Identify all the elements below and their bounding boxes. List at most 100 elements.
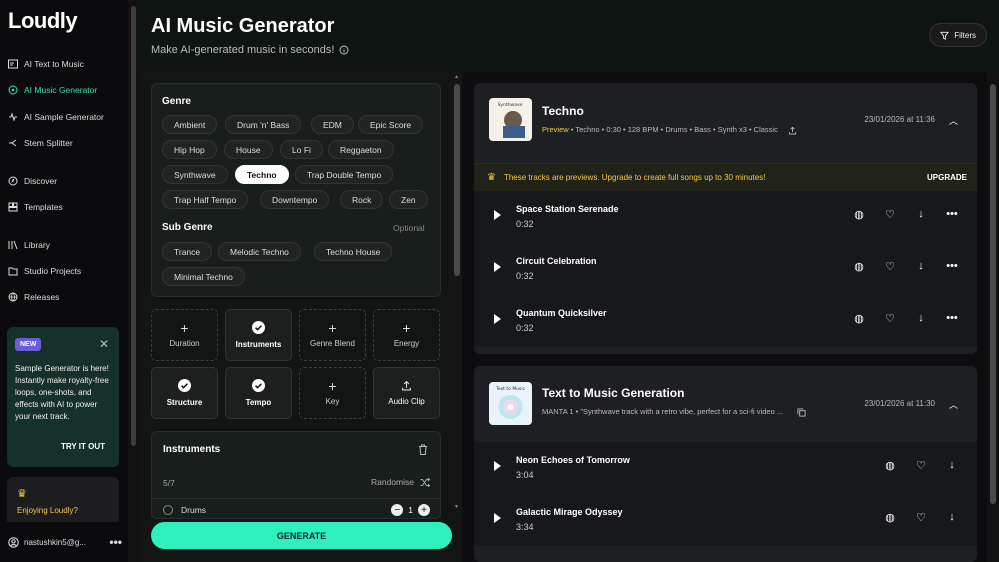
- download-icon[interactable]: ↓: [914, 311, 928, 325]
- more-options-icon[interactable]: •••: [945, 259, 959, 273]
- sidebar-item-ai-sample-generator[interactable]: AI Sample Generator: [8, 107, 104, 127]
- play-icon[interactable]: [494, 513, 501, 523]
- subgenre-chip-melodic-techno[interactable]: Melodic Techno: [218, 242, 301, 261]
- add-favorite-icon[interactable]: ♡: [883, 311, 897, 325]
- genre-chip-drum-n-bass[interactable]: Drum 'n' Bass: [225, 115, 302, 134]
- user-account[interactable]: nastushkin5@g... •••: [0, 522, 128, 562]
- more-options-icon[interactable]: •••: [945, 207, 959, 221]
- split-icon: [9, 139, 17, 147]
- download-icon[interactable]: ↓: [914, 207, 928, 221]
- energy-option[interactable]: + Energy: [373, 309, 440, 361]
- play-icon[interactable]: [494, 210, 501, 220]
- genre-chip-zen[interactable]: Zen: [389, 190, 428, 209]
- upgrade-button[interactable]: UPGRADE: [927, 173, 967, 182]
- minus-icon[interactable]: −: [391, 504, 404, 516]
- chevron-up-icon[interactable]: ︿: [949, 114, 958, 127]
- sidebar-scrollbar[interactable]: [128, 0, 139, 562]
- trash-icon[interactable]: [418, 444, 428, 455]
- tempo-option[interactable]: Tempo: [225, 367, 292, 419]
- plus-icon: +: [328, 319, 337, 336]
- track-row[interactable]: Neon Echoes of Tomorrow 3:04 ◍ ♡ ↓: [474, 442, 977, 494]
- subgenre-chip-minimal-techno[interactable]: Minimal Techno: [162, 267, 245, 286]
- copy-icon[interactable]: [797, 407, 806, 417]
- info-icon[interactable]: [339, 45, 349, 55]
- release-globe-icon[interactable]: ◍: [852, 207, 866, 221]
- release-globe-icon[interactable]: ◍: [852, 259, 866, 273]
- genre-chip-synthwave[interactable]: Synthwave: [162, 165, 228, 184]
- sidebar-item-stem-splitter[interactable]: Stem Splitter: [8, 133, 73, 153]
- sidebar-item-label: AI Sample Generator: [24, 112, 104, 122]
- sidebar-item-templates[interactable]: Templates: [8, 197, 63, 217]
- instruments-option[interactable]: Instruments: [225, 309, 292, 361]
- genre-chip-hip-hop[interactable]: Hip Hop: [162, 140, 217, 159]
- share-icon[interactable]: [788, 126, 797, 135]
- play-icon[interactable]: [494, 461, 501, 471]
- card-header[interactable]: Text to Music Text to Music Generation M…: [474, 366, 977, 442]
- track-row[interactable]: Quantum Quicksilver 0:32 ◍ ♡ ↓ •••: [474, 295, 977, 347]
- sidebar-item-discover[interactable]: Discover: [8, 171, 57, 191]
- drums-stepper[interactable]: − 1 +: [391, 504, 430, 516]
- more-options-icon[interactable]: •••: [945, 311, 959, 325]
- add-favorite-icon[interactable]: ♡: [883, 259, 897, 273]
- genre-chip-trap-half-tempo[interactable]: Trap Half Tempo: [162, 190, 249, 209]
- track-row[interactable]: Space Station Serenade 0:32 ◍ ♡ ↓ •••: [474, 191, 977, 243]
- duration-option[interactable]: + Duration: [151, 309, 218, 361]
- options-scrollbar[interactable]: ▲ ▼: [452, 72, 462, 512]
- track-name: Galactic Mirage Odyssey: [516, 507, 623, 517]
- play-icon[interactable]: [494, 314, 501, 324]
- release-globe-icon[interactable]: ◍: [883, 458, 897, 472]
- loudly-logo[interactable]: Loudly: [8, 8, 78, 34]
- genre-chip-lo-fi[interactable]: Lo Fi: [280, 140, 323, 159]
- add-favorite-icon[interactable]: ♡: [914, 458, 928, 472]
- sidebar-item-ai-text-to-music[interactable]: AI Text to Music: [8, 54, 84, 74]
- genre-blend-option[interactable]: + Genre Blend: [299, 309, 366, 361]
- track-row[interactable]: Galactic Mirage Odyssey 3:34 ◍ ♡ ↓: [474, 494, 977, 546]
- filters-button[interactable]: Filters: [929, 23, 987, 47]
- download-icon[interactable]: ↓: [914, 259, 928, 273]
- genre-chip-techno[interactable]: Techno: [235, 165, 289, 184]
- genre-chip-reggaeton[interactable]: Reggaeton: [328, 140, 394, 159]
- genre-chip-rock[interactable]: Rock: [340, 190, 384, 209]
- subgenre-chip-trance[interactable]: Trance: [162, 242, 213, 261]
- templates-icon: [8, 202, 18, 212]
- randomise-button[interactable]: Randomise: [371, 477, 430, 487]
- music-generator-icon: [8, 85, 18, 95]
- sidebar-item-releases[interactable]: Releases: [8, 287, 59, 307]
- chevron-up-icon[interactable]: ︿: [949, 398, 958, 411]
- sidebar-item-library[interactable]: Library: [8, 235, 50, 255]
- sidebar-item-ai-music-generator[interactable]: AI Music Generator: [8, 80, 97, 100]
- card-header[interactable]: Synthwave Techno Preview • Techno • 0:30…: [474, 83, 977, 163]
- add-favorite-icon[interactable]: ♡: [883, 207, 897, 221]
- genre-chip-edm[interactable]: EDM: [311, 115, 354, 134]
- filters-label: Filters: [954, 30, 976, 40]
- release-globe-icon[interactable]: ◍: [852, 311, 866, 325]
- sidebar-item-studio-projects[interactable]: Studio Projects: [8, 261, 81, 281]
- sidebar-item-label: Stem Splitter: [24, 138, 73, 148]
- add-favorite-icon[interactable]: ♡: [914, 510, 928, 524]
- plus-icon[interactable]: +: [418, 504, 430, 516]
- results-scrollbar[interactable]: [987, 72, 999, 562]
- key-option[interactable]: + Key: [299, 367, 366, 419]
- play-icon[interactable]: [494, 262, 501, 272]
- more-options-icon[interactable]: •••: [109, 535, 122, 549]
- genre-title: Genre: [162, 96, 191, 107]
- cover-art: Synthwave: [489, 98, 532, 141]
- drums-count: 1: [408, 505, 413, 515]
- genre-chip-epic-score[interactable]: Epic Score: [358, 115, 424, 134]
- try-it-out-button[interactable]: TRY IT OUT: [61, 442, 105, 451]
- generate-button[interactable]: GENERATE: [151, 522, 452, 549]
- genre-chip-downtempo[interactable]: Downtempo: [260, 190, 330, 209]
- download-icon[interactable]: ↓: [945, 458, 959, 472]
- subgenre-chip-techno-house[interactable]: Techno House: [314, 242, 393, 261]
- download-icon[interactable]: ↓: [945, 510, 959, 524]
- enjoying-loudly-card[interactable]: ♛ Enjoying Loudly?: [7, 477, 119, 527]
- genre-chip-ambient[interactable]: Ambient: [162, 115, 218, 134]
- structure-option[interactable]: Structure: [151, 367, 218, 419]
- genre-chip-trap-double-tempo[interactable]: Trap Double Tempo: [295, 165, 394, 184]
- close-icon[interactable]: ✕: [99, 337, 109, 351]
- option-label: Key: [325, 396, 340, 406]
- track-row[interactable]: Circuit Celebration 0:32 ◍ ♡ ↓ •••: [474, 243, 977, 295]
- release-globe-icon[interactable]: ◍: [883, 510, 897, 524]
- genre-chip-house[interactable]: House: [224, 140, 273, 159]
- audio-clip-option[interactable]: Audio Clip: [373, 367, 440, 419]
